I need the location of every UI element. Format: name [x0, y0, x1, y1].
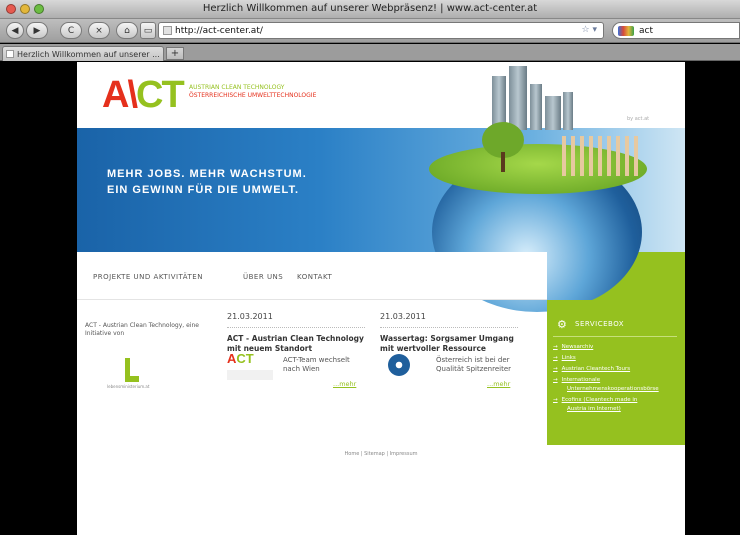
- gear-icon: ⚙: [557, 318, 567, 331]
- forward-icon: ▶: [33, 25, 41, 36]
- tagline-en: AUSTRIAN CLEAN TECHNOLOGY: [189, 84, 285, 91]
- logo-tagline: AUSTRIAN CLEAN TECHNOLOGY ÖSTERREICHISCH…: [189, 84, 316, 100]
- tab-favicon-icon: [6, 50, 14, 58]
- act-logo[interactable]: A\CT: [102, 74, 185, 116]
- stop-icon: ×: [95, 25, 103, 36]
- browser-toolbar: ◀ ▶ C × ⌂ ▭ http://act-center.at/ ☆ ▾ ac…: [0, 19, 740, 43]
- intro-text: ACT - Austrian Clean Technology, eine In…: [85, 322, 199, 337]
- logo-l-horizontal: [125, 376, 139, 382]
- tree-trunk-image: [501, 152, 505, 172]
- lebensministerium-caption: lebensministerium.at: [107, 384, 150, 389]
- news-date: 21.03.2011: [227, 312, 365, 328]
- tab-bar: Herzlich Willkommen auf unserer ... +: [0, 44, 740, 61]
- nav-ueber-uns[interactable]: ÜBER UNS: [243, 273, 283, 281]
- nav-projekte[interactable]: PROJEKTE UND AKTIVITÄTEN: [93, 273, 203, 281]
- logo-ct-text: CT: [136, 74, 185, 116]
- url-bar[interactable]: http://act-center.at/ ☆ ▾: [158, 22, 604, 39]
- service-link-links[interactable]: → Links: [553, 355, 576, 362]
- home-icon: ⌂: [124, 25, 130, 36]
- home-button[interactable]: ⌂: [116, 22, 138, 39]
- back-icon: ◀: [11, 25, 19, 36]
- hero-headline-1: MEHR JOBS. MEHR WACHSTUM.: [107, 168, 307, 180]
- thumb-strip: [227, 370, 273, 380]
- browser-window: Herzlich Willkommen auf unserer Webpräse…: [0, 0, 740, 535]
- star-icon[interactable]: ☆ ▾: [582, 25, 597, 35]
- servicebox-title: SERVICEBOX: [575, 320, 625, 328]
- thumb-drop: [388, 354, 410, 376]
- news-date: 21.03.2011: [380, 312, 518, 328]
- link-label: Ecofinx (Cleantech made in: [561, 397, 638, 403]
- divider: [553, 336, 677, 337]
- tab-title: Herzlich Willkommen auf unserer ...: [17, 49, 160, 59]
- arrow-icon: →: [553, 344, 558, 350]
- news-body-text: Österreich ist bei der Qualität Spitzenr…: [436, 356, 512, 373]
- site-favicon-icon: [163, 26, 172, 35]
- link-label: Newsarchiv: [561, 344, 594, 350]
- search-engine-icon[interactable]: [618, 26, 634, 36]
- arrow-icon: →: [553, 366, 558, 372]
- hero-headline-2: EIN GEWINN FÜR DIE UMWELT.: [107, 184, 300, 196]
- news-item: 21.03.2011 ACT - Austrian Clean Technolo…: [227, 312, 365, 386]
- search-query: act: [639, 25, 653, 36]
- reload-icon: C: [67, 25, 75, 36]
- water-drop-thumbnail-image: [380, 354, 428, 384]
- corner-text: by act.at: [627, 116, 650, 122]
- link-label: Internationale: [561, 377, 601, 383]
- stop-button[interactable]: ×: [88, 22, 110, 39]
- skyscraper-image: [545, 96, 561, 130]
- servicebox: ⚙ SERVICEBOX → Newsarchiv → Links → Austria…: [547, 300, 685, 445]
- service-link-boerse[interactable]: Unternehmenskooperationsbörse: [567, 386, 659, 393]
- logo-ac-text: A\: [102, 74, 138, 116]
- arrow-icon: →: [553, 397, 558, 403]
- tagline-de: ÖSTERREICHISCHE UMWELTTECHNOLOGIE: [189, 92, 317, 99]
- new-tab-button[interactable]: +: [166, 47, 184, 60]
- service-link-ecofinx-2[interactable]: Austria im Internet): [567, 406, 621, 413]
- skyscraper-image: [530, 84, 542, 130]
- service-link-tours[interactable]: → Austrian Cleantech Tours: [553, 366, 630, 373]
- thumb-logo: ACT: [227, 351, 254, 366]
- link-label: Links: [561, 355, 576, 361]
- news-more-link[interactable]: ...mehr: [333, 380, 356, 388]
- service-link-internationale[interactable]: → Internationale: [553, 377, 600, 384]
- nav-kontakt[interactable]: KONTAKT: [297, 273, 332, 281]
- lebensministerium-logo[interactable]: lebensministerium.at: [107, 358, 157, 389]
- site-header: A\CT AUSTRIAN CLEAN TECHNOLOGY ÖSTERREIC…: [77, 62, 685, 128]
- forward-button[interactable]: ▶: [26, 22, 48, 39]
- act-thumbnail-image: ACT: [227, 351, 275, 384]
- back-button[interactable]: ◀: [6, 22, 24, 39]
- link-label: Austrian Cleantech Tours: [561, 366, 631, 372]
- arrow-icon: →: [553, 377, 558, 383]
- title-bar: Herzlich Willkommen auf unserer Webpräse…: [0, 0, 740, 19]
- browser-viewport: A\CT AUSTRIAN CLEAN TECHNOLOGY ÖSTERREIC…: [0, 62, 740, 535]
- skyscraper-image: [509, 66, 527, 130]
- news-more-link[interactable]: ...mehr: [487, 380, 510, 388]
- news-item: 21.03.2011 Wassertag: Sorgsamer Umgang m…: [380, 312, 518, 386]
- search-input[interactable]: act: [612, 22, 740, 39]
- reload-button[interactable]: C: [60, 22, 82, 39]
- site-footer[interactable]: Home | Sitemap | Impressum: [77, 451, 685, 457]
- skyscraper-image: [563, 92, 573, 130]
- service-link-ecofinx[interactable]: → Ecofinx (Cleantech made in: [553, 397, 637, 404]
- web-page: A\CT AUSTRIAN CLEAN TECHNOLOGY ÖSTERREIC…: [77, 62, 685, 535]
- bookmark-icon: ▭: [143, 25, 153, 36]
- arrow-icon: →: [553, 355, 558, 361]
- people-image: [562, 136, 642, 176]
- service-link-newsarchiv[interactable]: → Newsarchiv: [553, 344, 593, 351]
- news-title[interactable]: Wassertag: Sorgsamer Umgang mit wertvoll…: [380, 334, 518, 354]
- news-body-text: ACT-Team wechselt nach Wien: [283, 356, 350, 373]
- window-title: Herzlich Willkommen auf unserer Webpräse…: [202, 3, 538, 14]
- tab-active[interactable]: Herzlich Willkommen auf unserer ...: [2, 46, 164, 61]
- url-text: http://act-center.at/: [175, 25, 263, 36]
- bookmark-button[interactable]: ▭: [140, 22, 156, 39]
